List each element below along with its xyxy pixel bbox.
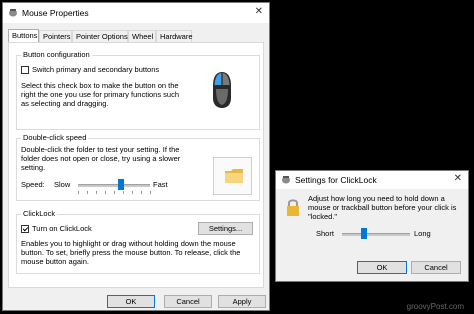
- slider-tick: [105, 191, 106, 194]
- slider-tick: [114, 191, 115, 194]
- double-click-speed-label: Double-click speed: [21, 133, 89, 142]
- watermark: groovyPost.com: [406, 302, 464, 311]
- mouse-properties-window: Mouse Properties ✕ Buttons Pointers Poin…: [2, 2, 270, 311]
- padlock-icon: [287, 199, 299, 216]
- slider-tick: [87, 191, 88, 194]
- slider-tick: [123, 191, 124, 194]
- button-configuration-group: Button configuration Switch primary and …: [16, 50, 260, 130]
- fast-label: Fast: [153, 180, 168, 189]
- double-click-slider-track[interactable]: [78, 184, 150, 187]
- clicklock-settings-dialog: Settings for ClickLock ✕ Adjust how long…: [275, 170, 469, 282]
- clicklock-checkbox-label: Turn on ClickLock: [32, 224, 92, 233]
- apply-button[interactable]: Apply: [218, 295, 266, 308]
- tab-wheel[interactable]: Wheel: [128, 30, 156, 42]
- clicklock-dialog-desc-3: "locked.": [308, 212, 338, 221]
- dialog-ok-button[interactable]: OK: [357, 261, 407, 274]
- slow-label: Slow: [54, 180, 71, 189]
- tab-pointer-options[interactable]: Pointer Options: [72, 30, 128, 42]
- clicklock-desc-3: mouse button again.: [21, 257, 89, 266]
- folder-icon: [225, 169, 243, 183]
- clicklock-duration-slider-track[interactable]: [342, 233, 410, 236]
- switch-buttons-checkbox[interactable]: [21, 66, 29, 74]
- dialog-title-bar[interactable]: Settings for ClickLock ✕: [276, 171, 468, 189]
- tab-panel-buttons: Button configuration Switch primary and …: [8, 42, 264, 288]
- short-label: Short: [316, 229, 334, 238]
- double-click-desc-3: setting.: [21, 163, 46, 172]
- speed-label: Speed:: [21, 180, 45, 189]
- double-click-speed-group: Double-click speed Double-click the fold…: [16, 133, 260, 201]
- tab-pointers[interactable]: Pointers: [39, 30, 72, 42]
- test-folder-box[interactable]: [213, 157, 252, 195]
- mouse-app-icon: [282, 176, 290, 184]
- slider-tick: [141, 191, 142, 194]
- slider-tick: [132, 191, 133, 194]
- mouse-illustration-icon: [213, 72, 231, 108]
- mouse-app-icon: [9, 9, 17, 17]
- button-configuration-label: Button configuration: [21, 50, 92, 59]
- clicklock-duration-slider-thumb[interactable]: [361, 228, 368, 239]
- tab-buttons[interactable]: Buttons: [8, 29, 39, 42]
- switch-buttons-label: Switch primary and secondary buttons: [32, 65, 160, 74]
- button-config-desc-3: as selecting and dragging.: [21, 99, 109, 108]
- title-bar[interactable]: Mouse Properties ✕: [3, 3, 269, 23]
- cancel-button[interactable]: Cancel: [164, 295, 212, 308]
- dialog-title: Settings for ClickLock: [295, 175, 377, 185]
- slider-tick: [78, 191, 79, 194]
- double-click-slider-thumb[interactable]: [118, 179, 125, 190]
- clicklock-settings-button[interactable]: Settings...: [198, 222, 253, 235]
- dialog-close-icon[interactable]: ✕: [454, 173, 462, 184]
- slider-tick: [150, 191, 151, 194]
- window-title: Mouse Properties: [22, 8, 89, 18]
- clicklock-label: ClickLock: [21, 209, 58, 218]
- dialog-cancel-button[interactable]: Cancel: [411, 261, 461, 274]
- clicklock-group: ClickLock Turn on ClickLock Settings... …: [16, 209, 260, 274]
- slider-tick: [96, 191, 97, 194]
- long-label: Long: [414, 229, 431, 238]
- tab-hardware[interactable]: Hardware: [156, 30, 193, 42]
- clicklock-checkbox[interactable]: [21, 225, 29, 233]
- close-icon[interactable]: ✕: [255, 6, 263, 17]
- ok-button[interactable]: OK: [107, 295, 155, 308]
